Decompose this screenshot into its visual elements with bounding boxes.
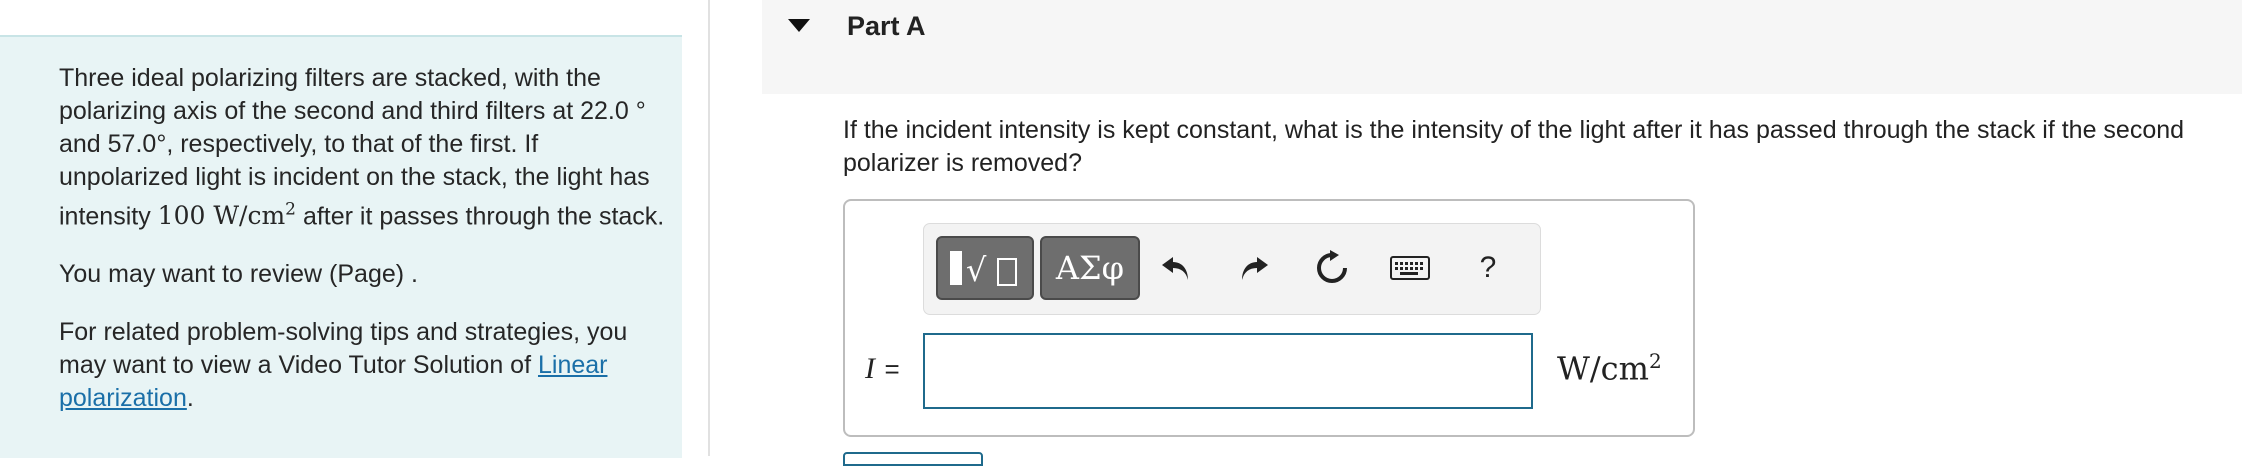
intensity-value: 100 W/cm2 bbox=[157, 200, 296, 231]
keyboard-icon bbox=[1390, 256, 1430, 280]
templates-button[interactable]: √ bbox=[936, 236, 1034, 300]
panel-divider bbox=[708, 0, 710, 456]
review-text: You may want to review (Page) . bbox=[59, 260, 418, 289]
degree-symbol: ° bbox=[635, 97, 646, 125]
undo-button[interactable] bbox=[1152, 244, 1200, 292]
reset-button[interactable] bbox=[1308, 244, 1356, 292]
undo-icon bbox=[1162, 257, 1188, 280]
help-button[interactable]: ? bbox=[1464, 244, 1512, 292]
templates-icon: √ bbox=[950, 251, 1017, 289]
redo-button[interactable] bbox=[1230, 244, 1278, 292]
answer-box: √ ΑΣφ ? I = W/cm2 bbox=[843, 199, 1695, 437]
greek-symbols-button[interactable]: ΑΣφ bbox=[1040, 236, 1140, 300]
reset-icon bbox=[1317, 250, 1347, 283]
part-title: Part A bbox=[847, 11, 926, 41]
math-toolbar: √ ΑΣφ ? bbox=[923, 223, 1541, 315]
answer-input[interactable] bbox=[923, 333, 1533, 409]
redo-icon bbox=[1242, 257, 1268, 280]
svg-text:√: √ bbox=[966, 251, 987, 289]
degree-symbol: ° bbox=[156, 130, 167, 158]
problem-statement: Three ideal polarizing filters are stack… bbox=[59, 64, 665, 231]
submit-button[interactable] bbox=[843, 452, 983, 466]
answer-unit: W/cm2 bbox=[1557, 349, 1662, 388]
problem-text: Three ideal polarizing filters are stack… bbox=[59, 62, 669, 440]
caret-down-icon[interactable] bbox=[788, 19, 810, 32]
answer-variable-label: I = bbox=[865, 352, 900, 385]
question-text: If the incident intensity is kept consta… bbox=[843, 116, 2185, 177]
part-a-header[interactable]: Part A bbox=[762, 0, 2242, 94]
tips-text: For related problem-solving tips and str… bbox=[59, 318, 628, 413]
keyboard-button[interactable] bbox=[1386, 244, 1434, 292]
